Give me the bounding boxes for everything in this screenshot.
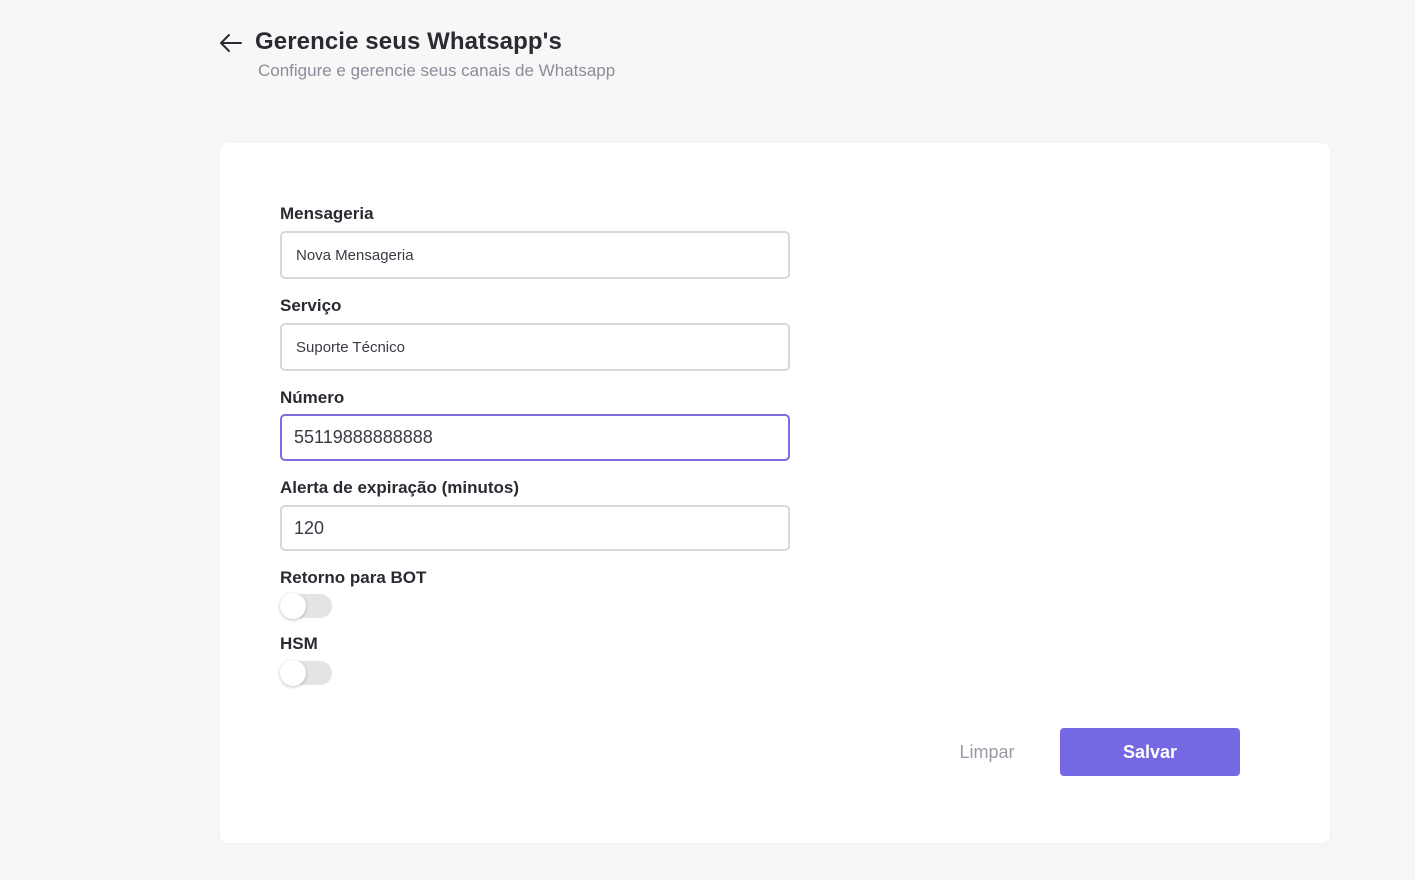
return-to-bot-toggle[interactable] [280, 593, 332, 619]
hsm-toggle[interactable] [280, 660, 332, 686]
number-label: Número [280, 388, 345, 407]
whatsapp-form-card: Mensageria Serviço Número Alerta de expi… [220, 143, 1330, 843]
page-title: Gerencie seus Whatsapp's [255, 28, 562, 55]
return-to-bot-label: Retorno para BOT [280, 568, 427, 587]
service-input[interactable] [280, 323, 790, 371]
toggle-knob [280, 660, 306, 686]
arrow-left-icon [220, 34, 242, 52]
page-subtitle: Configure e gerencie seus canais de What… [258, 61, 616, 80]
save-button[interactable]: Salvar [1060, 728, 1240, 776]
messaging-label: Mensageria [280, 204, 374, 223]
toggle-knob [280, 593, 306, 619]
expiration-alert-input[interactable] [280, 505, 790, 551]
expiration-alert-label: Alerta de expiração (minutos) [280, 478, 520, 497]
back-button[interactable] [218, 30, 244, 56]
messaging-input[interactable] [280, 231, 790, 279]
hsm-label: HSM [280, 634, 318, 653]
service-label: Serviço [280, 296, 342, 315]
clear-button[interactable]: Limpar [950, 728, 1024, 776]
number-input[interactable] [280, 414, 790, 461]
